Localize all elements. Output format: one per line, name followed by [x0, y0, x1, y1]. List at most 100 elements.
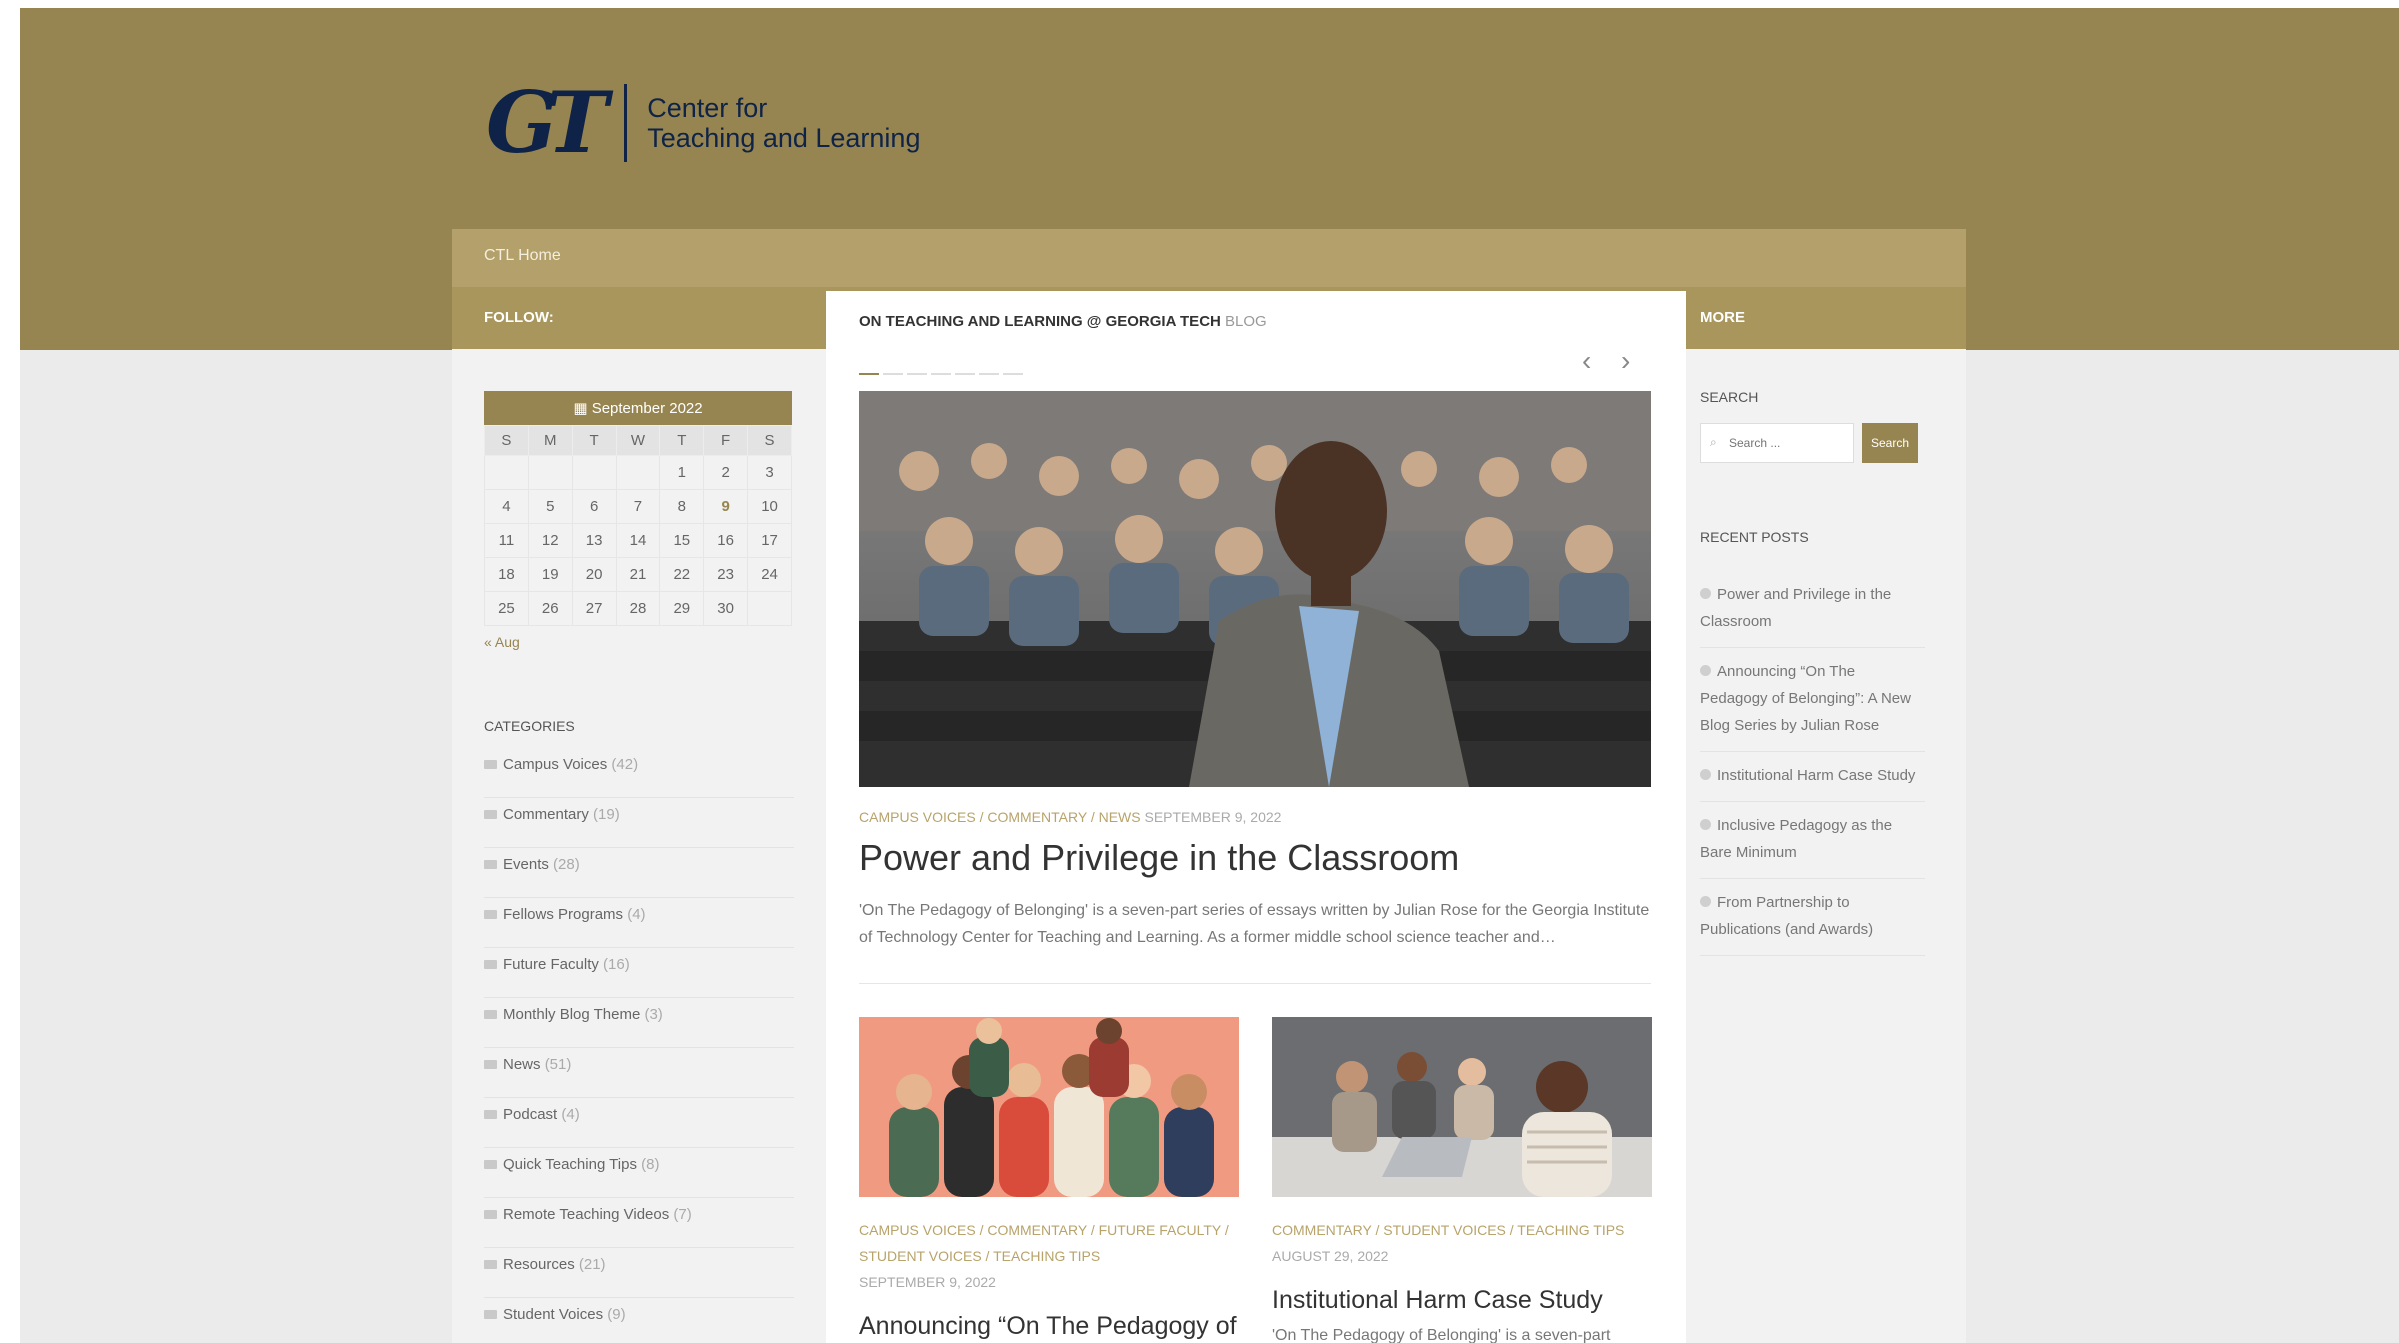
post-card-meta: COMMENTARY / STUDENT VOICES / TEACHING T…	[1272, 1217, 1652, 1269]
bullet-icon	[1700, 665, 1711, 676]
category-name: Fellows Programs	[503, 906, 624, 923]
folder-icon	[484, 1160, 497, 1169]
nav-ctl-home[interactable]: CTL Home	[484, 247, 561, 265]
divider	[859, 983, 1651, 984]
slider-dot[interactable]	[955, 373, 975, 375]
featured-post-date: SEPTEMBER 9, 2022	[1144, 809, 1282, 825]
category-item[interactable]: Events (28)	[484, 848, 794, 898]
slider-prev-arrow-icon[interactable]: ‹	[1582, 345, 1591, 377]
calendar-weekday: S	[747, 425, 792, 456]
category-item[interactable]: News (51)	[484, 1048, 794, 1098]
calendar-day: 30	[703, 591, 749, 626]
post-card-title[interactable]: Announcing “On The Pedagogy of Belonging…	[859, 1309, 1239, 1343]
calendar-day: 27	[571, 591, 617, 626]
post-card-excerpt: 'On The Pedagogy of Belonging' is a seve…	[1272, 1327, 1611, 1343]
slider-pagination	[859, 373, 1023, 375]
category-item[interactable]: Campus Voices (42)	[484, 748, 794, 798]
calendar-day	[527, 455, 573, 490]
calendar-day: 14	[615, 523, 661, 558]
recent-posts-list: Power and Privilege in the Classroom Anno…	[1700, 571, 1925, 956]
slider-dot[interactable]	[979, 373, 999, 375]
post-card-categories[interactable]: COMMENTARY / STUDENT VOICES / TEACHING T…	[1272, 1222, 1624, 1238]
category-item[interactable]: Podcast (4)	[484, 1098, 794, 1148]
category-item[interactable]: Resources (21)	[484, 1248, 794, 1298]
post-card-title[interactable]: Institutional Harm Case Study	[1272, 1283, 1652, 1317]
post-card-categories[interactable]: STUDENT VOICES / TEACHING TIPS	[859, 1248, 1100, 1264]
category-name: Campus Voices	[503, 756, 608, 773]
calendar-day	[747, 591, 792, 626]
slider-dot[interactable]	[931, 373, 951, 375]
post-card-image[interactable]	[1272, 1017, 1652, 1197]
calendar-week: 18 19 20 21 22 23 24	[484, 557, 792, 592]
category-item[interactable]: Commentary (19)	[484, 798, 794, 848]
slider-next-arrow-icon[interactable]: ›	[1621, 345, 1630, 377]
calendar-prev-month-link[interactable]: « Aug	[484, 634, 794, 650]
blog-heading-suffix: BLOG	[1225, 313, 1267, 330]
more-label: MORE	[1700, 309, 1745, 326]
calendar-day: 2	[703, 455, 749, 490]
search-input[interactable]	[1700, 423, 1854, 463]
classroom-photo	[859, 391, 1651, 787]
slider-dot[interactable]	[859, 373, 879, 375]
calendar-icon: ▦	[573, 400, 592, 417]
calendar-day: 11	[484, 523, 529, 558]
category-count: (19)	[593, 806, 620, 823]
featured-post-categories[interactable]: CAMPUS VOICES / COMMENTARY / NEWS	[859, 809, 1141, 825]
recent-post-title: Power and Privilege in the Classroom	[1700, 586, 1892, 630]
calendar-day: 13	[571, 523, 617, 558]
calendar-day: 12	[527, 523, 573, 558]
calendar-day	[484, 455, 529, 490]
calendar-day: 1	[659, 455, 705, 490]
calendar-weekday: F	[703, 425, 749, 456]
recent-post-item[interactable]: Power and Privilege in the Classroom	[1700, 571, 1925, 648]
calendar-day: 25	[484, 591, 529, 626]
calendar-weekday: M	[527, 425, 573, 456]
featured-post-title[interactable]: Power and Privilege in the Classroom	[859, 837, 1459, 879]
post-card-image[interactable]	[859, 1017, 1239, 1197]
recent-post-item[interactable]: Announcing “On The Pedagogy of Belonging…	[1700, 648, 1925, 752]
blog-slider-panel: ON TEACHING AND LEARNING @ GEORGIA TECH …	[826, 291, 1686, 1343]
top-nav: CTL Home	[452, 229, 1966, 287]
category-item[interactable]: Remote Teaching Videos (7)	[484, 1198, 794, 1248]
calendar-day: 22	[659, 557, 705, 592]
featured-post-image[interactable]	[859, 391, 1651, 787]
right-sidebar: SEARCH ⌕ Search RECENT POSTS Power and P…	[1700, 389, 1925, 956]
recent-post-title: Announcing “On The Pedagogy of Belonging…	[1700, 663, 1911, 734]
folder-icon	[484, 910, 497, 919]
recent-post-item[interactable]: Inclusive Pedagogy as the Bare Minimum	[1700, 802, 1925, 879]
category-count: (42)	[611, 756, 639, 773]
category-name: News	[503, 1056, 541, 1073]
calendar-day-link[interactable]: 9	[703, 489, 749, 524]
recent-post-item[interactable]: Institutional Harm Case Study	[1700, 752, 1925, 802]
logo-divider	[624, 84, 628, 162]
category-item[interactable]: Future Faculty (16)	[484, 948, 794, 998]
search-button[interactable]: Search	[1862, 423, 1918, 463]
calendar-day: 3	[747, 455, 792, 490]
folder-icon	[484, 1110, 497, 1119]
category-item[interactable]: Monthly Blog Theme (3)	[484, 998, 794, 1048]
category-item[interactable]: Quick Teaching Tips (8)	[484, 1148, 794, 1198]
categories-heading: CATEGORIES	[484, 718, 575, 734]
page-container: CTL Home FOLLOW: MORE ▦ September 2022 S…	[452, 229, 1966, 1343]
category-count: (51)	[544, 1056, 572, 1073]
browser-viewport: GT Center for Teaching and Learning CTL …	[20, 8, 2399, 1343]
bullet-icon	[1700, 819, 1711, 830]
calendar-day: 18	[484, 557, 529, 592]
calendar-day: 28	[615, 591, 661, 626]
folder-icon	[484, 810, 497, 819]
slider-dot[interactable]	[907, 373, 927, 375]
recent-post-item[interactable]: From Partnership to Publications (and Aw…	[1700, 879, 1925, 956]
folder-icon	[484, 960, 497, 969]
site-logo[interactable]: GT Center for Teaching and Learning	[486, 78, 920, 168]
blog-heading: ON TEACHING AND LEARNING @ GEORGIA TECH …	[859, 313, 1267, 330]
calendar-caption: ▦ September 2022	[484, 391, 792, 425]
slider-dot[interactable]	[883, 373, 903, 375]
slider-dot[interactable]	[1003, 373, 1023, 375]
bullet-icon	[1700, 896, 1711, 907]
calendar-day: 17	[747, 523, 792, 558]
category-item[interactable]: Student Voices (9)	[484, 1298, 794, 1343]
category-item[interactable]: Fellows Programs (4)	[484, 898, 794, 948]
post-card-categories[interactable]: CAMPUS VOICES / COMMENTARY / FUTURE FACU…	[859, 1222, 1229, 1238]
category-name: Monthly Blog Theme	[503, 1006, 641, 1023]
category-count: (9)	[607, 1306, 626, 1323]
